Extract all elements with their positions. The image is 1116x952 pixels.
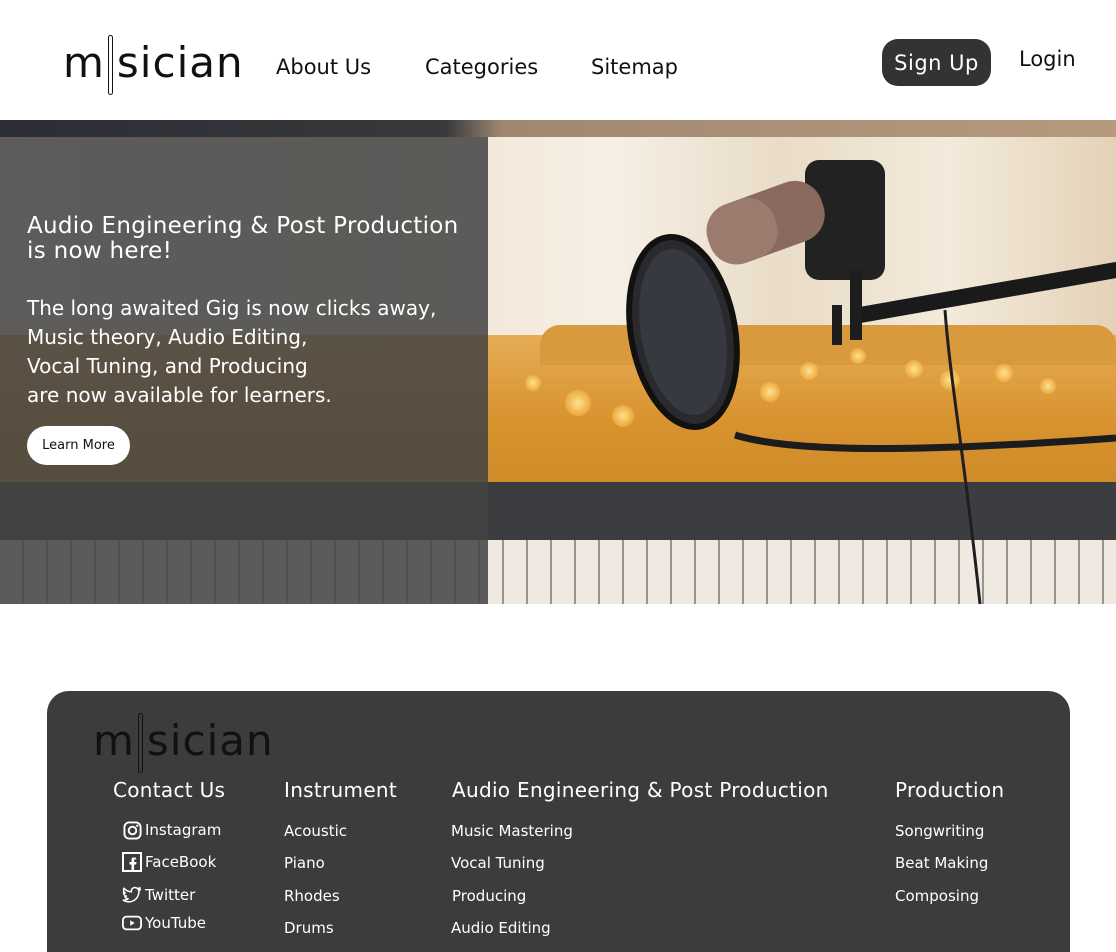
hero-description-line: are now available for learners. bbox=[27, 383, 332, 407]
hero-description-line: The long awaited Gig is now clicks away, bbox=[27, 296, 437, 320]
footer-link-vocal-tuning[interactable]: Vocal Tuning bbox=[451, 854, 545, 872]
footer-audio-title: Audio Engineering & Post Production bbox=[452, 778, 829, 802]
footer-link-music-mastering[interactable]: Music Mastering bbox=[451, 822, 573, 840]
footer-link-facebook[interactable]: FaceBook bbox=[122, 852, 216, 872]
site-footer: m sician Contact Us Instagram FaceBook T… bbox=[47, 691, 1070, 952]
footer-link-label: YouTube bbox=[145, 914, 206, 932]
footer-logo[interactable]: m sician bbox=[93, 711, 274, 773]
hero-description: The long awaited Gig is now clicks away,… bbox=[27, 294, 477, 410]
footer-link-acoustic[interactable]: Acoustic bbox=[284, 822, 347, 840]
logo-text-right: sician bbox=[146, 716, 274, 765]
footer-link-label: Instagram bbox=[145, 821, 222, 839]
signup-button[interactable]: Sign Up bbox=[882, 39, 991, 86]
footer-link-composing[interactable]: Composing bbox=[895, 887, 979, 905]
login-link[interactable]: Login bbox=[1019, 47, 1076, 71]
footer-contact-title: Contact Us bbox=[113, 778, 226, 802]
logo-text-left: m bbox=[63, 38, 105, 87]
learn-more-button[interactable]: Learn More bbox=[27, 426, 130, 465]
instagram-icon bbox=[122, 820, 142, 840]
footer-link-twitter[interactable]: Twitter bbox=[122, 885, 195, 905]
hero-headline: Audio Engineering & Post Production is n… bbox=[27, 213, 459, 264]
footer-link-audio-editing[interactable]: Audio Editing bbox=[451, 919, 551, 937]
footer-link-beat-making[interactable]: Beat Making bbox=[895, 854, 988, 872]
logo-text-left: m bbox=[93, 716, 135, 765]
footer-link-label: Twitter bbox=[145, 886, 196, 904]
footer-link-producing[interactable]: Producing bbox=[452, 887, 526, 905]
footer-instrument-title: Instrument bbox=[284, 778, 398, 802]
footer-link-instagram[interactable]: Instagram bbox=[122, 820, 221, 840]
footer-production-title: Production bbox=[895, 778, 1005, 802]
drumstick-icon bbox=[107, 35, 113, 95]
nav-about-us[interactable]: About Us bbox=[276, 55, 371, 79]
nav-categories[interactable]: Categories bbox=[425, 55, 538, 79]
drumstick-icon bbox=[137, 713, 143, 773]
footer-link-youtube[interactable]: YouTube bbox=[122, 913, 206, 933]
footer-link-label: FaceBook bbox=[145, 853, 217, 871]
site-logo[interactable]: m sician bbox=[63, 33, 244, 95]
hero-description-line: Music theory, Audio Editing, bbox=[27, 325, 308, 349]
footer-link-songwriting[interactable]: Songwriting bbox=[895, 822, 984, 840]
footer-link-rhodes[interactable]: Rhodes bbox=[284, 887, 340, 905]
hero-description-line: Vocal Tuning, and Producing bbox=[27, 354, 308, 378]
twitter-icon bbox=[122, 885, 142, 905]
youtube-icon bbox=[122, 913, 142, 933]
footer-link-drums[interactable]: Drums bbox=[284, 919, 334, 937]
hero-banner: Audio Engineering & Post Production is n… bbox=[0, 120, 1116, 604]
facebook-icon bbox=[122, 852, 142, 872]
nav-sitemap[interactable]: Sitemap bbox=[591, 55, 678, 79]
footer-link-piano[interactable]: Piano bbox=[284, 854, 325, 872]
logo-text-right: sician bbox=[116, 38, 244, 87]
